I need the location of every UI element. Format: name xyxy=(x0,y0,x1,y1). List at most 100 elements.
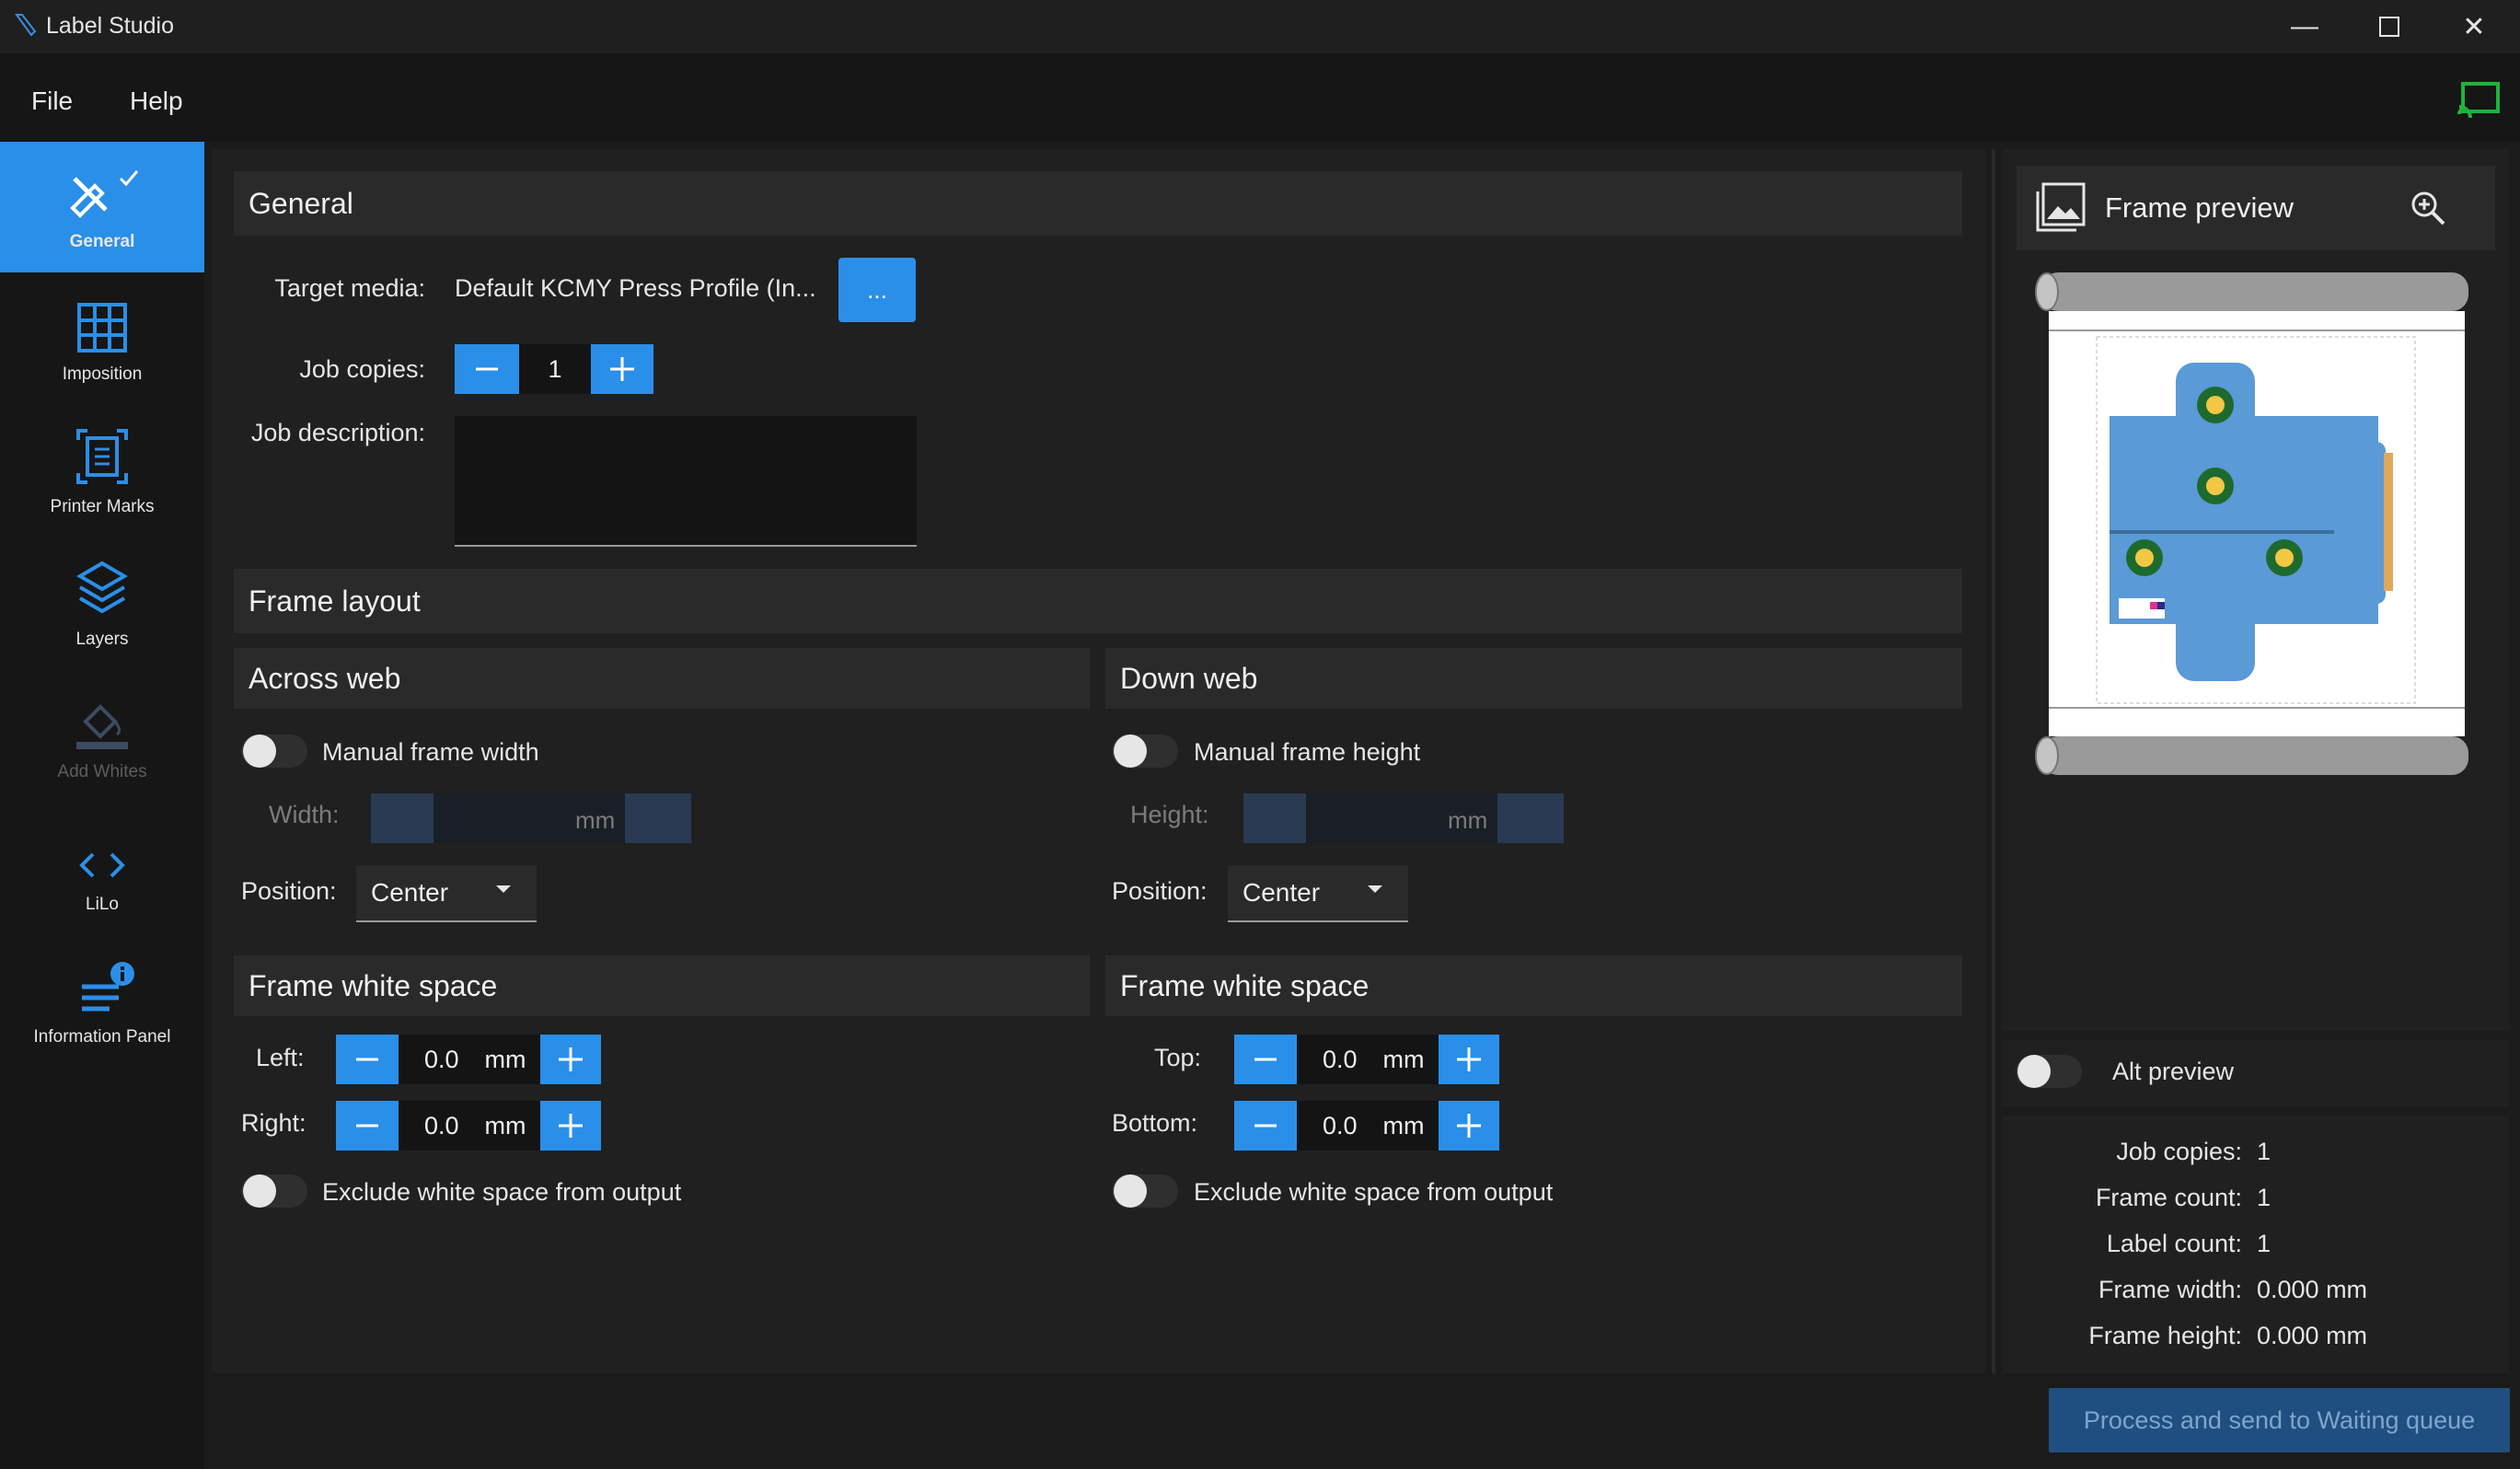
left-decrement-button[interactable] xyxy=(336,1035,399,1084)
width-unit: mm xyxy=(575,806,616,834)
bottom-input[interactable]: 0.0 mm xyxy=(1297,1101,1439,1151)
bottom-decrement-button[interactable] xyxy=(1234,1101,1297,1151)
sidebar-item-label: Add Whites xyxy=(57,762,147,781)
sidebar-item-layers[interactable]: Layers xyxy=(0,539,204,670)
target-media-label: Target media: xyxy=(274,274,425,302)
menu-bar xyxy=(0,53,2520,142)
bottom-label: Bottom: xyxy=(1112,1109,1198,1137)
manual-frame-width-label: Manual frame width xyxy=(322,738,539,766)
sidebar-item-lilo[interactable]: LiLo xyxy=(0,804,204,935)
sidebar-item-imposition[interactable]: Imposition xyxy=(0,274,204,405)
window-title: Label Studio xyxy=(46,13,175,39)
sidebar-item-add-whites[interactable]: Add Whites xyxy=(0,672,204,803)
sidebar-item-label: LiLo xyxy=(86,895,119,914)
info-key-frame-count: Frame count: xyxy=(2095,1184,2242,1211)
browse-media-button[interactable]: ... xyxy=(838,258,916,322)
close-button[interactable]: ✕ xyxy=(2432,0,2516,53)
top-unit: mm xyxy=(1382,1045,1425,1073)
general-heading: General xyxy=(234,171,1962,236)
job-copies-input[interactable]: 1 xyxy=(519,344,591,394)
maximize-button[interactable] xyxy=(2347,0,2432,53)
sidebar-item-label: Information Panel xyxy=(33,1027,171,1047)
alt-preview-label: Alt preview xyxy=(2112,1058,2235,1085)
left-input[interactable]: 0.0 mm xyxy=(399,1035,540,1084)
pencil-ruler-icon xyxy=(70,170,139,218)
job-description-label: Job description: xyxy=(250,419,425,446)
top-value: 0.0 xyxy=(1323,1045,1358,1073)
info-value-frame-count: 1 xyxy=(2257,1184,2271,1211)
down-position-dropdown[interactable]: Center xyxy=(1228,865,1408,922)
right-label: Right: xyxy=(241,1109,306,1137)
right-input[interactable]: 0.0 mm xyxy=(399,1101,540,1151)
sidebar-item-information-panel[interactable]: Information Panel xyxy=(0,937,204,1068)
manual-frame-width-toggle[interactable] xyxy=(241,734,307,768)
frame-preview-image xyxy=(2035,272,2468,775)
chevron-down-icon xyxy=(496,885,511,893)
job-copies-increment-button[interactable] xyxy=(591,344,653,394)
image-icon xyxy=(2036,182,2086,232)
left-unit: mm xyxy=(484,1045,526,1073)
minus-icon xyxy=(356,1124,378,1128)
info-key-job-copies: Job copies: xyxy=(2116,1138,2242,1165)
zoom-in-icon[interactable] xyxy=(2410,190,2446,226)
down-position-value: Center xyxy=(1243,878,1321,907)
plus-icon xyxy=(559,1114,583,1138)
chevron-down-icon xyxy=(1368,885,1382,893)
top-increment-button[interactable] xyxy=(1439,1035,1499,1084)
printer-marks-icon xyxy=(76,429,128,484)
job-description-textarea[interactable] xyxy=(455,416,917,547)
info-key-frame-height: Frame height: xyxy=(2088,1322,2242,1349)
right-value: 0.0 xyxy=(424,1111,459,1139)
right-unit: mm xyxy=(484,1111,526,1139)
job-copies-decrement-button[interactable] xyxy=(455,344,519,394)
down-exclude-white-space-label: Exclude white space from output xyxy=(1194,1178,1554,1206)
minus-icon xyxy=(356,1058,378,1061)
panel-splitter[interactable] xyxy=(1992,149,1995,1373)
sidebar-item-label: General xyxy=(69,232,135,251)
down-web-heading: Down web xyxy=(1105,648,1962,709)
manual-frame-height-toggle[interactable] xyxy=(1112,734,1178,768)
bottom-increment-button[interactable] xyxy=(1439,1101,1499,1151)
sidebar-item-label: Printer Marks xyxy=(50,497,155,516)
plus-icon xyxy=(1457,1114,1481,1138)
width-label: Width: xyxy=(269,801,340,828)
top-label: Top: xyxy=(1154,1044,1202,1071)
across-position-label: Position: xyxy=(241,877,337,905)
alt-preview-toggle[interactable] xyxy=(2016,1055,2082,1088)
width-stepper: mm xyxy=(371,793,691,843)
sidebar-item-label: Layers xyxy=(75,630,129,649)
sidebar-item-printer-marks[interactable]: Printer Marks xyxy=(0,407,204,538)
info-key-frame-width: Frame width: xyxy=(2098,1276,2242,1303)
layers-icon xyxy=(76,561,128,614)
info-key-label-count: Label count: xyxy=(2106,1230,2242,1257)
top-input[interactable]: 0.0 mm xyxy=(1297,1035,1439,1084)
right-increment-button[interactable] xyxy=(540,1101,601,1151)
target-media-value: Default KCMY Press Profile (In... xyxy=(455,274,816,302)
across-white-space-heading: Frame white space xyxy=(234,955,1090,1016)
menu-help[interactable]: Help xyxy=(130,87,183,116)
across-position-dropdown[interactable]: Center xyxy=(356,865,537,922)
frame-layout-heading: Frame layout xyxy=(234,569,1962,633)
across-exclude-white-space-toggle[interactable] xyxy=(241,1174,307,1208)
minus-icon xyxy=(1254,1124,1277,1128)
height-label: Height: xyxy=(1130,801,1209,828)
info-value-job-copies: 1 xyxy=(2257,1138,2271,1165)
top-decrement-button[interactable] xyxy=(1234,1035,1297,1084)
minimize-button[interactable]: — xyxy=(2262,0,2347,53)
info-list-icon xyxy=(82,962,134,1012)
down-white-space-heading: Frame white space xyxy=(1105,955,1962,1016)
down-position-label: Position: xyxy=(1112,877,1208,905)
left-increment-button[interactable] xyxy=(540,1035,601,1084)
across-web-heading: Across web xyxy=(234,648,1090,709)
app-icon xyxy=(15,14,37,37)
info-value-frame-height: 0.000 mm xyxy=(2257,1322,2368,1349)
minus-icon xyxy=(1254,1058,1277,1061)
right-decrement-button[interactable] xyxy=(336,1101,399,1151)
sidebar-item-general[interactable]: General xyxy=(0,142,204,272)
cast-icon[interactable] xyxy=(2457,81,2502,118)
process-send-button[interactable]: Process and send to Waiting queue xyxy=(2049,1388,2510,1452)
height-unit: mm xyxy=(1448,806,1488,834)
down-exclude-white-space-toggle[interactable] xyxy=(1112,1174,1178,1208)
height-stepper: mm xyxy=(1243,793,1564,843)
menu-file[interactable]: File xyxy=(31,87,73,116)
